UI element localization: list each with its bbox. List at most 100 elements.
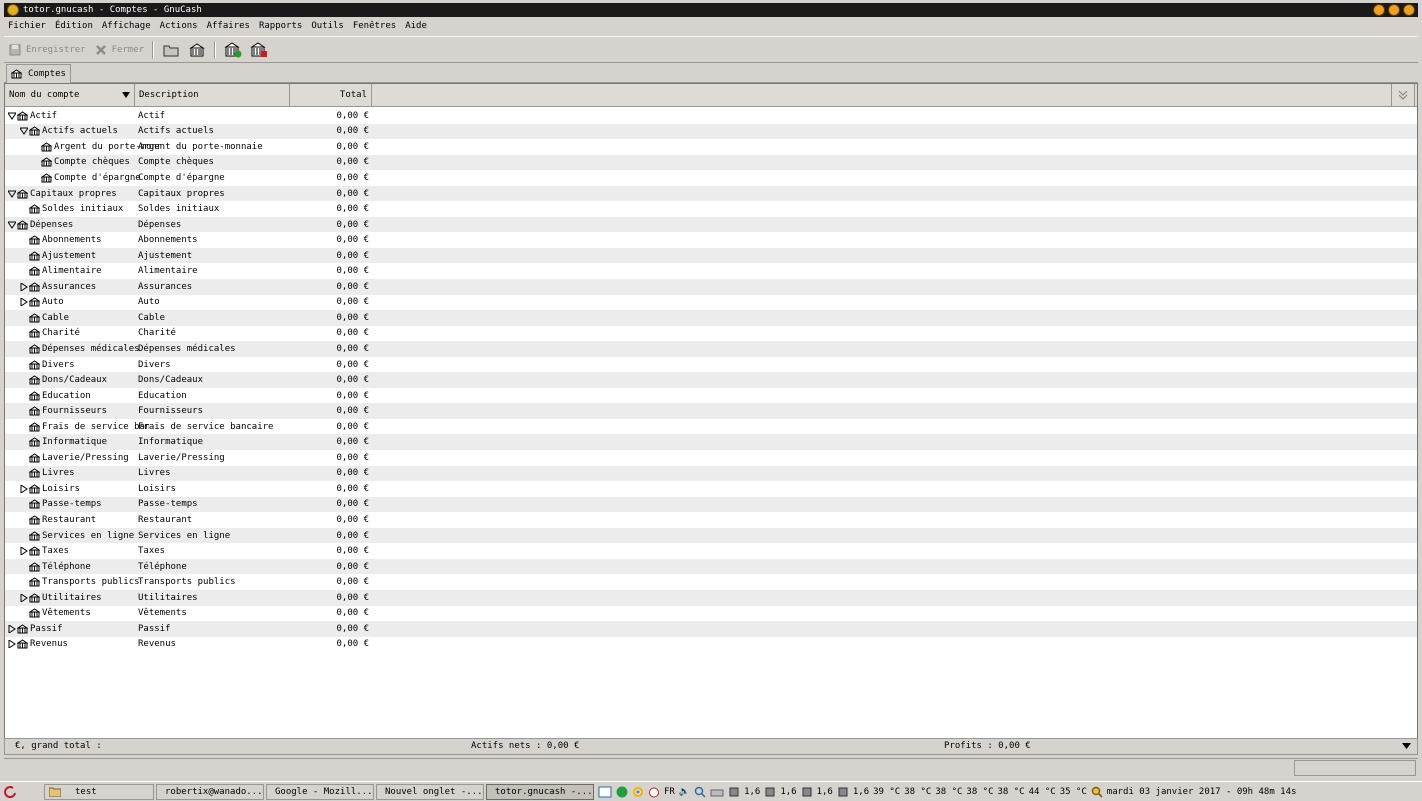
debian-menu-icon[interactable] bbox=[4, 785, 18, 799]
account-row[interactable]: Informatique Informatique 0,00 € bbox=[5, 434, 1417, 451]
account-row[interactable]: Argent du porte-monnaieArgent du porte-m… bbox=[5, 139, 1417, 155]
menu-aide[interactable]: Aide bbox=[401, 21, 431, 31]
menu-fichier[interactable]: Fichier bbox=[4, 21, 50, 31]
account-name: Revenus bbox=[30, 639, 68, 650]
open-folder-button[interactable] bbox=[162, 41, 180, 59]
task-chrome[interactable]: Nouvel onglet -... bbox=[376, 783, 484, 800]
account-name: Dépenses bbox=[30, 219, 74, 230]
account-description: Capitaux propres bbox=[138, 188, 225, 199]
volume-icon[interactable]: 🔈 bbox=[679, 787, 690, 797]
account-row[interactable]: Utilitaires Utilitaires 0,00 € bbox=[5, 589, 1417, 606]
account-row[interactable]: Vêtements Vêtements 0,00 € bbox=[5, 606, 1417, 622]
expander-closed-icon[interactable] bbox=[19, 297, 29, 307]
account-row[interactable]: Actifs actuels Actifs actuels 0,00 € bbox=[5, 123, 1417, 140]
task-email[interactable]: robertix@wanado... bbox=[156, 783, 264, 800]
network-icon[interactable] bbox=[616, 786, 628, 798]
clock[interactable]: mardi 03 janvier 2017 - 09h 48m 14s bbox=[1107, 787, 1297, 797]
menu-edition[interactable]: Édition bbox=[51, 21, 97, 31]
account-row[interactable]: Passif Passif 0,00 € bbox=[5, 621, 1417, 637]
menu-outils[interactable]: Outils bbox=[307, 21, 348, 31]
account-row[interactable]: Soldes initiaux Soldes initiaux 0,00 € bbox=[5, 201, 1417, 217]
account-row[interactable]: Dépenses Dépenses 0,00 € bbox=[5, 216, 1417, 233]
account-row[interactable]: Actif Actif 0,00 € bbox=[5, 108, 1417, 124]
printer-icon[interactable] bbox=[710, 786, 724, 798]
expander-closed-icon[interactable] bbox=[19, 546, 29, 556]
account-row[interactable]: Restaurant Restaurant 0,00 € bbox=[5, 512, 1417, 528]
open-account-button[interactable] bbox=[188, 41, 206, 59]
account-name-cell: Auto bbox=[5, 295, 149, 311]
account-row[interactable]: Dons/Cadeaux Dons/Cadeaux 0,00 € bbox=[5, 372, 1417, 388]
account-row[interactable]: Taxes Taxes 0,00 € bbox=[5, 543, 1417, 559]
column-total[interactable]: Total bbox=[290, 84, 372, 106]
account-row[interactable]: Charité Charité 0,00 € bbox=[5, 326, 1417, 342]
column-name[interactable]: Nom du compte bbox=[5, 84, 135, 106]
account-row[interactable]: Livres Livres 0,00 € bbox=[5, 465, 1417, 482]
maximize-button[interactable] bbox=[1388, 4, 1400, 16]
title-bar[interactable]: totor.gnucash - Comptes - GnuCash bbox=[4, 3, 1418, 17]
account-row[interactable]: Fournisseurs Fournisseurs 0,00 € bbox=[5, 403, 1417, 419]
minimize-button[interactable] bbox=[1373, 4, 1385, 16]
account-total: 0,00 € bbox=[336, 530, 369, 541]
expander-open-icon[interactable] bbox=[7, 220, 17, 230]
account-row[interactable]: Dépenses médicales Dépenses médicales 0,00… bbox=[5, 341, 1417, 357]
account-row[interactable]: Ajustement Ajustement 0,00 € bbox=[5, 247, 1417, 264]
account-row[interactable]: Loisirs Loisirs 0,00 € bbox=[5, 481, 1417, 497]
close-tab-button[interactable]: Fermer bbox=[90, 39, 149, 61]
account-row[interactable]: Assurances Assurances 0,00 € bbox=[5, 279, 1417, 295]
account-name: Compte chèques bbox=[54, 157, 130, 168]
expander-closed-icon[interactable] bbox=[7, 639, 17, 649]
close-button[interactable] bbox=[1403, 4, 1415, 16]
menu-affaires[interactable]: Affaires bbox=[203, 21, 254, 31]
search-icon[interactable] bbox=[694, 786, 706, 798]
keyboard-layout[interactable]: FR bbox=[664, 787, 675, 797]
task-firefox[interactable]: Google - Mozill... bbox=[266, 783, 374, 800]
new-account-button[interactable] bbox=[224, 41, 242, 59]
alarm-clock-icon[interactable] bbox=[648, 786, 660, 798]
account-total: 0,00 € bbox=[336, 126, 369, 137]
summary-dropdown-icon[interactable] bbox=[1402, 742, 1411, 750]
task-gnucash[interactable]: totor.gnucash -... bbox=[486, 783, 594, 800]
menu-affichage[interactable]: Affichage bbox=[98, 21, 155, 31]
account-row[interactable]: Laverie/Pressing Laverie/Pressing 0,00 € bbox=[5, 450, 1417, 466]
expander-none bbox=[19, 453, 29, 463]
menu-fenetres[interactable]: Fenêtres bbox=[349, 21, 400, 31]
account-row[interactable]: Téléphone Téléphone 0,00 € bbox=[5, 558, 1417, 575]
expander-open-icon[interactable] bbox=[7, 189, 17, 199]
account-row[interactable]: Alimentaire Alimentaire 0,00 € bbox=[5, 263, 1417, 279]
column-description[interactable]: Description bbox=[135, 84, 290, 106]
account-row[interactable]: Transports publics Transports publics 0,00… bbox=[5, 574, 1417, 590]
expander-closed-icon[interactable] bbox=[19, 484, 29, 494]
menu-actions[interactable]: Actions bbox=[156, 21, 202, 31]
tab-comptes[interactable]: Comptes bbox=[6, 64, 71, 83]
account-row[interactable]: Revenus Revenus 0,00 € bbox=[5, 637, 1417, 653]
chrome-icon[interactable] bbox=[632, 786, 644, 798]
expander-closed-icon[interactable] bbox=[19, 593, 29, 603]
expander-none bbox=[19, 531, 29, 541]
account-row[interactable]: Abonnements Abonnements 0,00 € bbox=[5, 232, 1417, 248]
delete-account-button[interactable] bbox=[250, 41, 268, 59]
account-row[interactable]: Compte d'épargne Compte d'épargne 0,00 € bbox=[5, 170, 1417, 186]
expander-open-icon[interactable] bbox=[19, 126, 29, 136]
account-row[interactable]: Capitaux propres Capitaux propres 0,00 € bbox=[5, 185, 1417, 202]
menu-rapports[interactable]: Rapports bbox=[255, 21, 306, 31]
account-row[interactable]: Services en ligne Services en ligne 0,00 € bbox=[5, 527, 1417, 544]
calendar-icon[interactable] bbox=[598, 786, 612, 798]
column-chooser-button[interactable] bbox=[1391, 84, 1415, 106]
account-row[interactable]: Education Education 0,00 € bbox=[5, 388, 1417, 404]
account-row[interactable]: Cable Cable 0,00 € bbox=[5, 310, 1417, 326]
expander-closed-icon[interactable] bbox=[7, 624, 17, 634]
task-test[interactable]: test bbox=[44, 783, 154, 800]
expander-open-icon[interactable] bbox=[7, 111, 17, 121]
account-total: 0,00 € bbox=[336, 561, 369, 572]
account-row[interactable]: Compte chèques Compte chèques 0,00 € bbox=[5, 154, 1417, 171]
account-total: 0,00 € bbox=[336, 421, 369, 432]
account-row[interactable]: Passe-temps Passe-temps 0,00 € bbox=[5, 496, 1417, 513]
expander-closed-icon[interactable] bbox=[19, 282, 29, 292]
save-button[interactable]: Enregistrer bbox=[4, 39, 90, 61]
account-description: Livres bbox=[138, 468, 171, 479]
magnifier-icon[interactable] bbox=[1091, 786, 1103, 798]
account-row[interactable]: Frais de service bancaireFrais de servic… bbox=[5, 419, 1417, 435]
account-description: Compte d'épargne bbox=[138, 172, 225, 183]
account-row[interactable]: Divers Divers 0,00 € bbox=[5, 357, 1417, 373]
account-row[interactable]: Auto Auto 0,00 € bbox=[5, 295, 1417, 311]
